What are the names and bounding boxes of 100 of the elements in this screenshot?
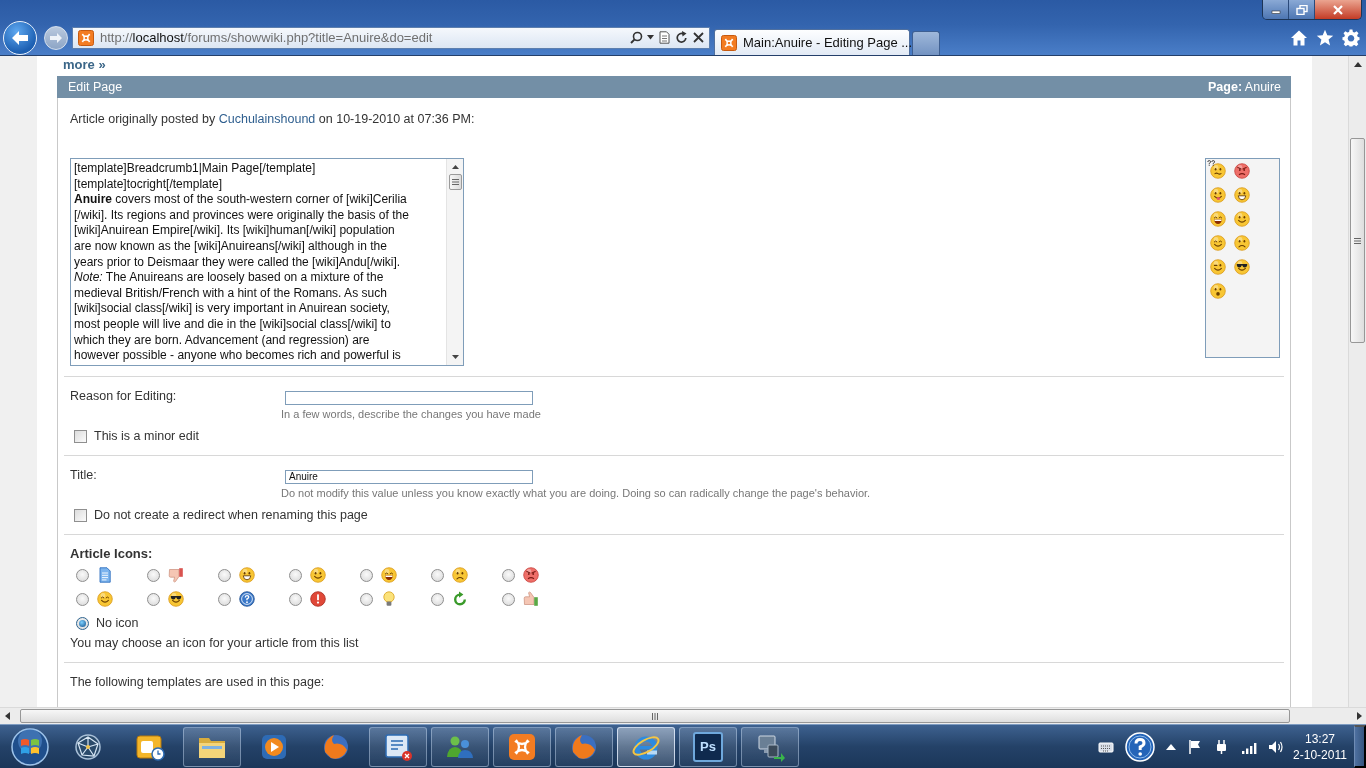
site-logo-icon xyxy=(78,29,94,46)
checkbox-label[interactable]: Do not create a redirect when renaming this page xyxy=(94,508,368,522)
back-button[interactable] xyxy=(3,20,37,55)
radio-button[interactable] xyxy=(431,568,444,582)
address-bar[interactable]: http://localhost/forums/showwiki.php?title=Anuire&do=edit xyxy=(72,26,710,49)
scrollbar-thumb[interactable] xyxy=(20,709,1290,723)
angry-face-icon[interactable] xyxy=(1234,163,1250,179)
radio-button[interactable] xyxy=(76,592,89,606)
taskbar-button[interactable] xyxy=(183,726,241,767)
radio-label[interactable]: No icon xyxy=(96,616,139,630)
confused-face-icon[interactable] xyxy=(1207,160,1226,179)
tongue-face-icon[interactable] xyxy=(1210,187,1226,203)
frowning-face-icon xyxy=(452,567,468,583)
angry-face-icon xyxy=(523,567,539,583)
start-orb-icon xyxy=(10,726,50,767)
templates-heading: The following templates are used in this page: xyxy=(69,674,326,689)
field-hint: Do not modify this value unless you know exactly what you are doing. Doing so can radically change the page's behavior. xyxy=(281,487,872,499)
scroll-down-icon[interactable] xyxy=(451,355,459,359)
radio-button[interactable] xyxy=(147,568,160,582)
sunglasses-face-icon[interactable] xyxy=(1234,259,1250,275)
new-tab-button[interactable] xyxy=(912,31,940,55)
title-input[interactable]: Anuire xyxy=(285,470,533,484)
url-text: http://localhost/forums/showwiki.php?title=Anuire&do=edit xyxy=(100,30,433,45)
help-text: You may choose an icon for your article from this list xyxy=(70,636,360,650)
search-icon[interactable] xyxy=(630,31,643,44)
radio-button[interactable] xyxy=(76,616,89,630)
forward-button[interactable] xyxy=(44,25,68,50)
checkbox[interactable] xyxy=(74,429,87,443)
vertical-scrollbar[interactable] xyxy=(1348,56,1366,707)
taskbar-button[interactable]: Ps xyxy=(679,726,737,767)
grip-icon xyxy=(451,179,459,185)
happy-face-icon[interactable] xyxy=(1210,235,1226,251)
page-icon[interactable] xyxy=(658,31,671,44)
restore-icon xyxy=(1295,4,1308,15)
scrollbar-thumb[interactable] xyxy=(1350,138,1365,343)
exclamation-icon xyxy=(310,591,326,607)
page-name: Page: Anuire xyxy=(1208,80,1281,94)
frowning-face-icon[interactable] xyxy=(1234,235,1250,251)
smiling-face-icon[interactable] xyxy=(1234,211,1250,227)
taskbar-clock[interactable]: 13:27 2-10-2011 xyxy=(1292,730,1348,763)
editor-scrollbar[interactable] xyxy=(446,159,463,365)
radio-button[interactable] xyxy=(218,592,231,606)
clock-date: 2-10-2011 xyxy=(1292,746,1348,763)
taskbar-button[interactable] xyxy=(369,726,427,767)
horizontal-scrollbar[interactable] xyxy=(0,707,1366,724)
taskbar-button[interactable] xyxy=(617,726,675,767)
close-button[interactable] xyxy=(1315,0,1361,19)
clock-time: 13:27 xyxy=(1304,730,1336,747)
radio-button[interactable] xyxy=(147,592,160,606)
thumbs-up-icon xyxy=(523,591,539,607)
editor-field[interactable] xyxy=(70,158,464,366)
laughing-face-icon[interactable] xyxy=(1210,211,1226,227)
browser-tab[interactable]: Main:Anuire - Editing Page ... xyxy=(714,29,910,55)
help-icon[interactable] xyxy=(1125,731,1155,762)
radio-button[interactable] xyxy=(76,568,89,582)
radio-button[interactable] xyxy=(289,568,302,582)
sunglasses-face-icon xyxy=(168,591,184,607)
smiling-face-icon xyxy=(310,567,326,583)
scroll-up-icon[interactable] xyxy=(1353,62,1362,67)
radio-button[interactable] xyxy=(360,568,373,582)
refresh-icon[interactable] xyxy=(675,31,688,44)
show-desktop-button[interactable] xyxy=(1354,725,1366,768)
show-hidden-icon[interactable] xyxy=(1166,742,1176,751)
scroll-right-icon[interactable] xyxy=(1357,712,1362,720)
radio-button[interactable] xyxy=(289,592,302,606)
close-icon xyxy=(1332,4,1344,15)
circular-arrow-icon xyxy=(452,591,468,607)
scroll-left-icon[interactable] xyxy=(5,712,10,720)
panel-title: Edit Page xyxy=(68,80,123,94)
checkbox[interactable] xyxy=(74,508,87,522)
scroll-up-icon[interactable] xyxy=(451,165,459,169)
reason-input[interactable] xyxy=(285,391,533,405)
home-icon[interactable] xyxy=(1290,28,1308,47)
caret-icon[interactable] xyxy=(647,35,654,40)
thumbs-down-icon xyxy=(168,567,184,583)
site-logo-icon xyxy=(721,34,737,51)
radio-button[interactable] xyxy=(360,592,373,606)
more-link[interactable]: more » xyxy=(63,57,106,72)
taskbar-button[interactable] xyxy=(493,726,551,767)
author-link[interactable]: Cuchulainshound xyxy=(218,112,316,126)
grinning-face-icon[interactable] xyxy=(1234,187,1250,203)
field-hint: In a few words, describe the changes you have made xyxy=(281,408,542,420)
start-button[interactable] xyxy=(10,726,50,767)
minimize-button[interactable] xyxy=(1263,0,1289,19)
checkbox-label[interactable]: This is a minor edit xyxy=(94,429,199,443)
stop-icon[interactable] xyxy=(692,31,705,44)
forward-arrow-icon xyxy=(49,31,63,44)
grinning-face-icon xyxy=(239,567,255,583)
star-icon[interactable] xyxy=(1316,28,1334,47)
radio-button[interactable] xyxy=(502,592,515,606)
settings-icon[interactable] xyxy=(1342,28,1360,47)
radio-button[interactable] xyxy=(431,592,444,606)
surprised-face-icon[interactable] xyxy=(1210,283,1226,299)
flag-icon[interactable] xyxy=(1187,738,1203,755)
scrollbar-thumb[interactable] xyxy=(448,174,462,190)
radio-button[interactable] xyxy=(218,568,231,582)
posted-by-text: Article originally posted by Cuchulainshound on 10-19-2010 at 07:36 PM: xyxy=(69,111,476,126)
winking-face-icon[interactable] xyxy=(1210,259,1226,275)
radio-button[interactable] xyxy=(502,568,515,582)
restore-button[interactable] xyxy=(1289,0,1315,19)
